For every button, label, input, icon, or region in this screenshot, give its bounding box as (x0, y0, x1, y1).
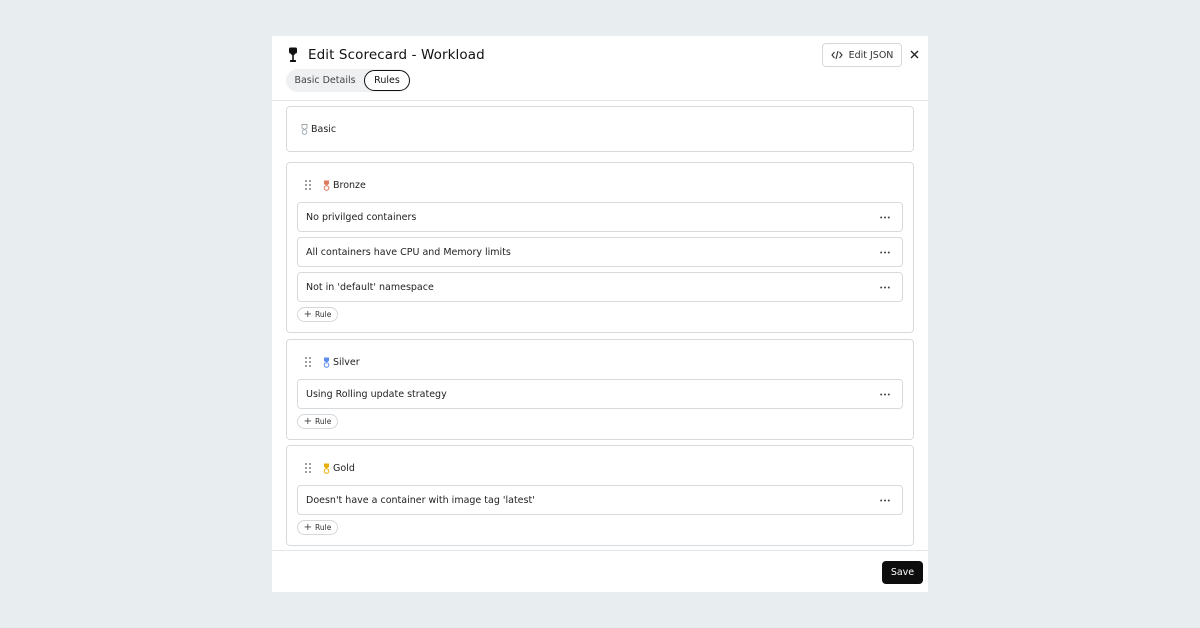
edit-json-button[interactable]: Edit JSON (822, 43, 902, 67)
more-horizontal-icon[interactable] (878, 212, 892, 222)
edit-scorecard-modal: Edit Scorecard - Workload Edit JSON Basi… (272, 36, 928, 592)
more-horizontal-icon[interactable] (878, 247, 892, 257)
modal-title-row: Edit Scorecard - Workload (287, 45, 485, 65)
silver-medal-icon (323, 357, 330, 368)
more-horizontal-icon[interactable] (878, 389, 892, 399)
level-card-basic: Basic (286, 106, 914, 152)
level-header-gold: Gold (305, 460, 355, 476)
drag-handle-icon[interactable] (305, 357, 313, 367)
rule-row[interactable]: Using Rolling update strategy (297, 379, 903, 409)
add-rule-button-gold[interactable]: + Rule (297, 520, 338, 535)
modal-header: Edit Scorecard - Workload Edit JSON Basi… (272, 36, 928, 101)
modal-title: Edit Scorecard - Workload (308, 47, 485, 63)
modal-tabs: Basic Details Rules (286, 69, 410, 92)
rule-label: Using Rolling update strategy (306, 388, 447, 400)
close-button[interactable] (908, 48, 920, 60)
add-rule-button-silver[interactable]: + Rule (297, 414, 338, 429)
rule-label: No privilged containers (306, 211, 417, 223)
level-header-silver: Silver (305, 354, 360, 370)
add-rule-button-bronze[interactable]: + Rule (297, 307, 338, 322)
tab-basic-details[interactable]: Basic Details (286, 69, 364, 92)
drag-handle-icon[interactable] (305, 463, 313, 473)
level-name-gold: Gold (333, 462, 355, 474)
level-card-silver: Silver Using Rolling update strategy + R… (286, 339, 914, 440)
level-header-bronze: Bronze (305, 177, 366, 193)
level-card-bronze: Bronze No privilged containers All conta… (286, 162, 914, 333)
add-rule-label: Rule (315, 523, 332, 532)
rule-label: Not in 'default' namespace (306, 281, 434, 293)
rule-row[interactable]: Not in 'default' namespace (297, 272, 903, 302)
edit-json-label: Edit JSON (848, 49, 894, 61)
level-card-gold: Gold Doesn't have a container with image… (286, 445, 914, 546)
bronze-medal-icon (323, 180, 330, 191)
level-header-basic: Basic (301, 121, 336, 137)
plus-icon: + (303, 521, 313, 533)
level-name-basic: Basic (311, 123, 337, 135)
trophy-icon (287, 47, 301, 63)
add-rule-label: Rule (315, 310, 332, 319)
drag-handle-icon[interactable] (305, 180, 313, 190)
rule-row[interactable]: All containers have CPU and Memory limit… (297, 237, 903, 267)
plus-icon: + (303, 415, 313, 427)
rule-row[interactable]: Doesn't have a container with image tag … (297, 485, 903, 515)
more-horizontal-icon[interactable] (878, 495, 892, 505)
code-icon (830, 50, 843, 60)
level-name-bronze: Bronze (333, 179, 366, 191)
rule-label: All containers have CPU and Memory limit… (306, 246, 511, 258)
gold-medal-icon (323, 463, 330, 474)
tab-rules[interactable]: Rules (364, 70, 410, 91)
modal-footer: Save (272, 550, 928, 592)
more-horizontal-icon[interactable] (878, 282, 892, 292)
level-name-silver: Silver (333, 356, 360, 368)
medal-icon (301, 123, 308, 135)
save-button[interactable]: Save (882, 561, 923, 584)
rule-label: Doesn't have a container with image tag … (306, 494, 535, 506)
rules-content: Basic Bronze No privilged containers All… (272, 102, 928, 550)
add-rule-label: Rule (315, 417, 332, 426)
rule-row[interactable]: No privilged containers (297, 202, 903, 232)
close-icon (910, 50, 918, 58)
plus-icon: + (303, 308, 313, 320)
